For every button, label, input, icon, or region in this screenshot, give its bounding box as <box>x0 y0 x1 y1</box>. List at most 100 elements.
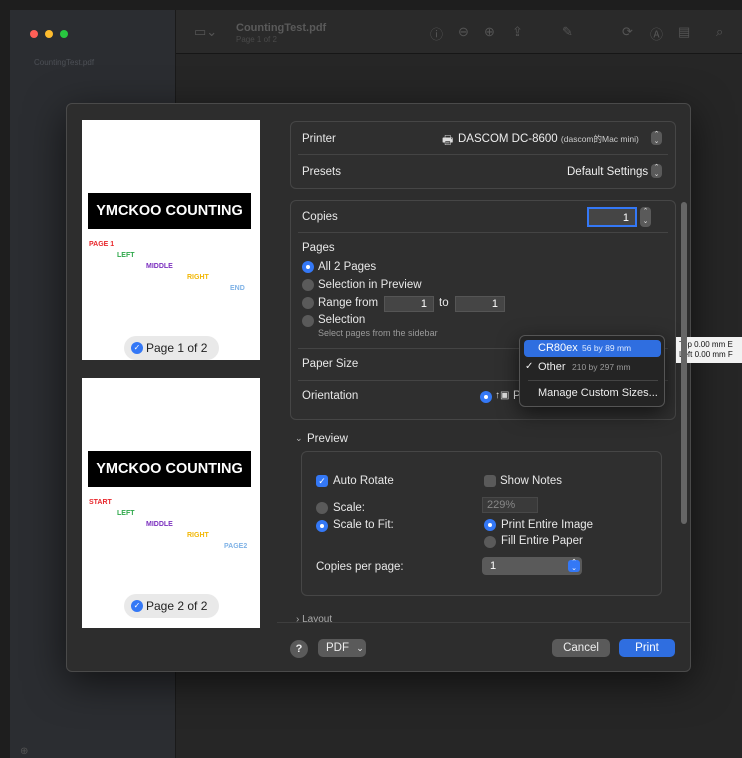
preview-word: MIDDLE <box>146 263 173 270</box>
settings-scrollbar[interactable] <box>681 202 687 524</box>
preview-word: RIGHT <box>187 532 209 539</box>
range-start-field[interactable]: 1 <box>384 296 434 312</box>
printer-popup-icon[interactable]: ⌃ ⌄ <box>651 131 662 145</box>
minimize-window-button[interactable] <box>45 30 53 38</box>
selection-in-preview-radio[interactable] <box>302 279 314 291</box>
preview-word: LEFT <box>117 252 135 259</box>
layout-section-label: Layout <box>302 614 333 622</box>
preview-word: PAGE 1 <box>89 241 115 248</box>
scale-radio[interactable] <box>316 502 328 514</box>
help-button[interactable]: ? <box>290 640 308 658</box>
copies-per-page-value: 1 <box>490 560 497 572</box>
printer-name: DASCOM DC-8600 <box>458 133 558 145</box>
fill-entire-paper-radio[interactable] <box>484 536 496 548</box>
auto-rotate-label: Auto Rotate <box>333 475 394 487</box>
all-pages-radio[interactable] <box>302 261 314 273</box>
markup-icon[interactable]: ✎ <box>562 24 573 40</box>
pdf-menu-button[interactable]: PDF ⌄ <box>318 639 366 657</box>
menu-divider <box>528 380 658 381</box>
preview-word: START <box>89 499 112 506</box>
show-notes-checkbox[interactable] <box>484 475 496 487</box>
copies-stepper[interactable]: ⌃ ⌄ <box>640 207 651 227</box>
divider <box>298 154 668 155</box>
page-indicator-label: Page 2 of 2 <box>146 599 208 613</box>
printer-icon: 🖶 <box>442 133 454 147</box>
range-radio[interactable] <box>302 297 314 309</box>
all-pages-label: All 2 Pages <box>318 261 377 273</box>
orientation-portrait-radio[interactable] <box>480 391 492 403</box>
show-notes-label: Show Notes <box>500 475 563 487</box>
page-thumbnails: YMCKOO COUNTING PAGE 1 LEFT MIDDLE RIGHT… <box>82 120 260 628</box>
cancel-button[interactable]: Cancel <box>552 639 610 657</box>
menu-item-other[interactable]: ✓ Other 210 by 297 mm <box>524 359 661 376</box>
search-icon[interactable]: ⌕ <box>716 24 723 40</box>
popup-arrows-icon: ⌃ ⌄ <box>568 559 580 572</box>
range-from-label: Range from <box>318 297 379 309</box>
close-window-button[interactable] <box>30 30 38 38</box>
scale-label: Scale: <box>333 502 365 514</box>
preview-banner: YMCKOO COUNTING <box>88 451 251 487</box>
print-entire-image-radio[interactable] <box>484 519 496 531</box>
form-icon[interactable]: ▤ <box>678 24 690 40</box>
pdf-label: PDF <box>326 642 349 654</box>
copies-per-page-label: Copies per page: <box>316 561 404 573</box>
preview-word: RIGHT <box>187 274 209 281</box>
scale-to-fit-radio[interactable] <box>316 520 328 532</box>
zoom-window-button[interactable] <box>60 30 68 38</box>
range-end-field[interactable]: 1 <box>455 296 505 312</box>
annotate-icon[interactable]: Ⓐ <box>650 24 663 43</box>
page-indicator: ✓ Page 1 of 2 <box>124 336 219 360</box>
menu-item-name: Other <box>538 361 566 373</box>
divider <box>298 232 668 233</box>
zoom-out-icon[interactable]: ⊖ <box>458 24 469 40</box>
presets-select[interactable]: Default Settings <box>567 166 648 178</box>
layout-section-toggle[interactable]: › Layout <box>296 614 356 622</box>
auto-rotate-checkbox[interactable]: ✓ <box>316 475 328 487</box>
preview-word: END <box>230 285 245 292</box>
checkmark-icon: ✓ <box>131 600 143 612</box>
menu-item-name: CR80ex <box>538 342 578 354</box>
info-icon[interactable]: ⓘ <box>430 24 443 43</box>
manage-custom-sizes-item[interactable]: Manage Custom Sizes... <box>538 387 658 399</box>
checkmark-icon: ✓ <box>525 361 534 372</box>
presets-label: Presets <box>302 166 341 178</box>
chevron-down-icon[interactable]: ⌄ <box>295 433 303 444</box>
footer-divider <box>277 622 690 623</box>
window-subtitle: Page 1 of 2 <box>236 35 277 44</box>
menu-item-cr80ex[interactable]: CR80ex 56 by 89 mm <box>524 340 661 357</box>
scale-field[interactable]: 229% <box>482 497 538 513</box>
page-indicator-label: Page 1 of 2 <box>146 341 208 355</box>
printer-panel <box>290 121 676 189</box>
zoom-in-icon[interactable]: ⊕ <box>484 24 495 40</box>
print-button[interactable]: Print <box>619 639 675 657</box>
printer-host: (dascom的Mac mini) <box>560 134 639 144</box>
tooltip-line: Top 0.00 mm E <box>679 340 733 349</box>
window-title: CountingTest.pdf <box>236 22 327 34</box>
copies-field[interactable]: 1 <box>587 207 637 227</box>
add-icon[interactable]: ⊕ <box>20 746 28 757</box>
copies-per-page-select[interactable]: 1 ⌃ ⌄ <box>482 557 582 575</box>
menu-item-size: 210 by 297 mm <box>572 362 631 372</box>
portrait-icon: ↑▣ <box>495 390 510 401</box>
preview-section-toggle[interactable]: Preview <box>307 433 348 445</box>
presets-popup-icon[interactable]: ⌃ ⌄ <box>651 164 662 178</box>
share-icon[interactable]: ⇪ <box>512 24 523 40</box>
page-preview-2[interactable]: YMCKOO COUNTING START LEFT MIDDLE RIGHT … <box>82 378 260 628</box>
range-to-label: to <box>439 297 449 309</box>
chevron-down-icon: ⌄ <box>356 643 364 653</box>
sidebar-file-label[interactable]: CountingTest.pdf <box>34 58 94 67</box>
selection-hint: Select pages from the sidebar <box>318 328 438 338</box>
checkmark-icon: ✓ <box>131 342 143 354</box>
page-preview-1[interactable]: YMCKOO COUNTING PAGE 1 LEFT MIDDLE RIGHT… <box>82 120 260 360</box>
menu-item-size: 56 by 89 mm <box>582 343 632 353</box>
sidebar-toggle-icon[interactable]: ▭⌄ <box>194 24 217 40</box>
preview-word: PAGE2 <box>224 543 248 550</box>
preview-word: LEFT <box>117 510 135 517</box>
rotate-icon[interactable]: ⟳ <box>622 24 633 40</box>
paper-size-menu: CR80ex 56 by 89 mm ✓ Other 210 by 297 mm… <box>519 335 665 407</box>
selection-radio[interactable] <box>302 315 314 327</box>
chevron-right-icon: › <box>296 614 300 622</box>
preview-word: MIDDLE <box>146 521 173 528</box>
printer-select[interactable]: DASCOM DC-8600 (dascom的Mac mini) <box>458 133 639 145</box>
fill-entire-paper-label: Fill Entire Paper <box>501 535 583 547</box>
